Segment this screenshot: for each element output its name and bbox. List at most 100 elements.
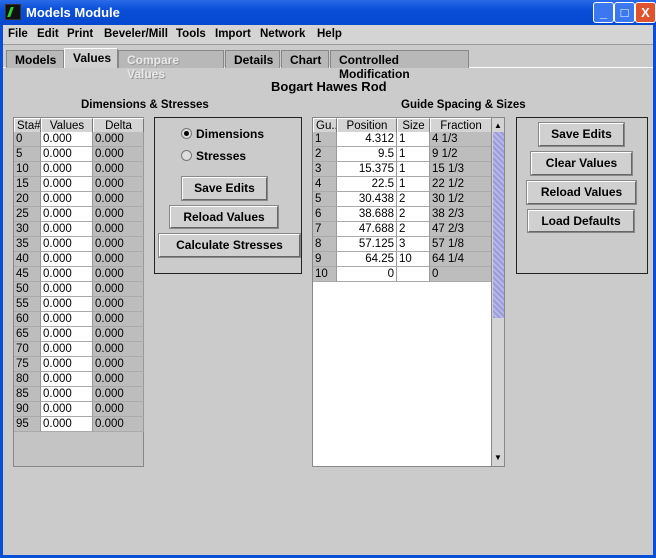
table-cell[interactable]: 64.25: [337, 252, 397, 267]
table-cell[interactable]: 0.000: [41, 402, 93, 417]
scroll-down-icon[interactable]: ▼: [494, 453, 502, 462]
guides-reload-values-button[interactable]: Reload Values: [526, 180, 637, 205]
table-cell[interactable]: 0.000: [41, 357, 93, 372]
radio-dimensions-label: Dimensions: [196, 127, 265, 141]
close-button[interactable]: X: [635, 2, 656, 23]
menu-print[interactable]: Print: [67, 28, 93, 40]
table-cell[interactable]: 1: [397, 132, 430, 147]
reload-values-button[interactable]: Reload Values: [169, 205, 279, 229]
table-cell: 4 1/3: [430, 132, 492, 147]
column-header[interactable]: Position: [337, 118, 397, 133]
menu-import[interactable]: Import: [215, 28, 251, 40]
table-cell[interactable]: 15.375: [337, 162, 397, 177]
table-cell: 0.000: [93, 342, 144, 357]
table-cell[interactable]: 0.000: [41, 267, 93, 282]
table-cell[interactable]: 2: [397, 192, 430, 207]
radio-stresses-label: Stresses: [196, 149, 247, 163]
table-cell: 3: [313, 162, 337, 177]
dimensions-table[interactable]: Sta# Values Delta 0 0.000 0.000 5 0.000 0.000 10 0…: [13, 117, 144, 467]
menu-network[interactable]: Network: [260, 28, 305, 40]
clear-values-button[interactable]: Clear Values: [530, 151, 633, 176]
calculate-stresses-button[interactable]: Calculate Stresses: [158, 233, 301, 258]
table-cell: 0.000: [93, 402, 144, 417]
table-cell[interactable]: 0.000: [41, 417, 93, 432]
table-cell: 40: [14, 252, 41, 267]
table-cell[interactable]: 0.000: [41, 387, 93, 402]
load-defaults-button[interactable]: Load Defaults: [527, 209, 635, 233]
menu-edit[interactable]: Edit: [37, 28, 59, 40]
table-cell: 47 2/3: [430, 222, 492, 237]
radio-dimensions[interactable]: Dimensions: [181, 127, 264, 141]
table-cell: 0.000: [93, 417, 144, 432]
table-cell: 9 1/2: [430, 147, 492, 162]
table-cell[interactable]: 10: [397, 252, 430, 267]
table-cell[interactable]: 1: [397, 162, 430, 177]
table-cell[interactable]: 0.000: [41, 252, 93, 267]
table-cell[interactable]: 0: [337, 267, 397, 282]
table-cell[interactable]: 0.000: [41, 132, 93, 147]
menu-tools[interactable]: Tools: [176, 28, 206, 40]
radio-unselected-icon: [181, 150, 192, 161]
dimensions-controls: Dimensions Stresses Save Edits Reload Va…: [154, 117, 302, 274]
table-cell[interactable]: 3: [397, 237, 430, 252]
minimize-button[interactable]: _: [593, 2, 614, 23]
table-cell: 7: [313, 222, 337, 237]
table-cell[interactable]: 0.000: [41, 297, 93, 312]
table-cell[interactable]: 2: [397, 207, 430, 222]
table-cell[interactable]: 0.000: [41, 192, 93, 207]
table-cell[interactable]: 0.000: [41, 282, 93, 297]
table-cell[interactable]: 0.000: [41, 177, 93, 192]
table-cell: 0.000: [93, 297, 144, 312]
tab-details[interactable]: Details: [225, 50, 280, 68]
table-cell: 38 2/3: [430, 207, 492, 222]
table-cell[interactable]: 30.438: [337, 192, 397, 207]
tab-controlled-modification[interactable]: Controlled Modification: [330, 50, 469, 81]
table-cell: 0.000: [93, 387, 144, 402]
table-cell: 0.000: [93, 282, 144, 297]
table-cell[interactable]: 57.125: [337, 237, 397, 252]
guides-scrollbar[interactable]: ▲ ▼: [491, 117, 505, 467]
table-cell[interactable]: 0.000: [41, 162, 93, 177]
table-cell[interactable]: 0.000: [41, 222, 93, 237]
menu-file[interactable]: File: [8, 28, 28, 40]
tab-models[interactable]: Models: [6, 50, 64, 68]
table-cell[interactable]: 0.000: [41, 237, 93, 252]
table-cell: 0.000: [93, 162, 144, 177]
table-cell: 2: [313, 147, 337, 162]
table-cell[interactable]: 0.000: [41, 207, 93, 222]
maximize-button[interactable]: □: [614, 2, 635, 23]
save-edits-button[interactable]: Save Edits: [181, 176, 268, 201]
table-cell[interactable]: 0.000: [41, 372, 93, 387]
guides-save-edits-button[interactable]: Save Edits: [538, 122, 625, 147]
column-header[interactable]: Size: [397, 118, 430, 133]
table-cell[interactable]: 1: [397, 147, 430, 162]
table-cell[interactable]: 1: [397, 177, 430, 192]
column-header[interactable]: Delta: [93, 118, 144, 133]
table-cell[interactable]: 22.5: [337, 177, 397, 192]
table-cell[interactable]: 9.5: [337, 147, 397, 162]
tab-chart[interactable]: Chart: [281, 50, 329, 68]
table-cell[interactable]: 0.000: [41, 147, 93, 162]
menu-help[interactable]: Help: [317, 28, 342, 40]
tab-values[interactable]: Values: [64, 48, 118, 68]
table-cell[interactable]: [397, 267, 430, 282]
scroll-thumb[interactable]: [493, 132, 504, 318]
table-cell[interactable]: 38.688: [337, 207, 397, 222]
column-header[interactable]: Fraction: [430, 118, 492, 133]
table-cell[interactable]: 2: [397, 222, 430, 237]
table-cell[interactable]: 0.000: [41, 342, 93, 357]
column-header[interactable]: Sta#: [14, 118, 41, 133]
table-cell[interactable]: 0.000: [41, 312, 93, 327]
table-cell[interactable]: 0.000: [41, 327, 93, 342]
table-cell: 10: [14, 162, 41, 177]
scroll-up-icon[interactable]: ▲: [494, 121, 502, 130]
column-header[interactable]: Gu...: [313, 118, 337, 133]
column-header[interactable]: Values: [41, 118, 93, 133]
table-cell[interactable]: 4.312: [337, 132, 397, 147]
menu-beveler-mill[interactable]: Beveler/Mill: [104, 28, 168, 40]
radio-stresses[interactable]: Stresses: [181, 149, 246, 163]
table-cell[interactable]: 47.688: [337, 222, 397, 237]
table-cell: 4: [313, 177, 337, 192]
guides-table[interactable]: Gu...PositionSizeFraction14.31214 1/329.…: [312, 117, 492, 467]
table-cell: 20: [14, 192, 41, 207]
